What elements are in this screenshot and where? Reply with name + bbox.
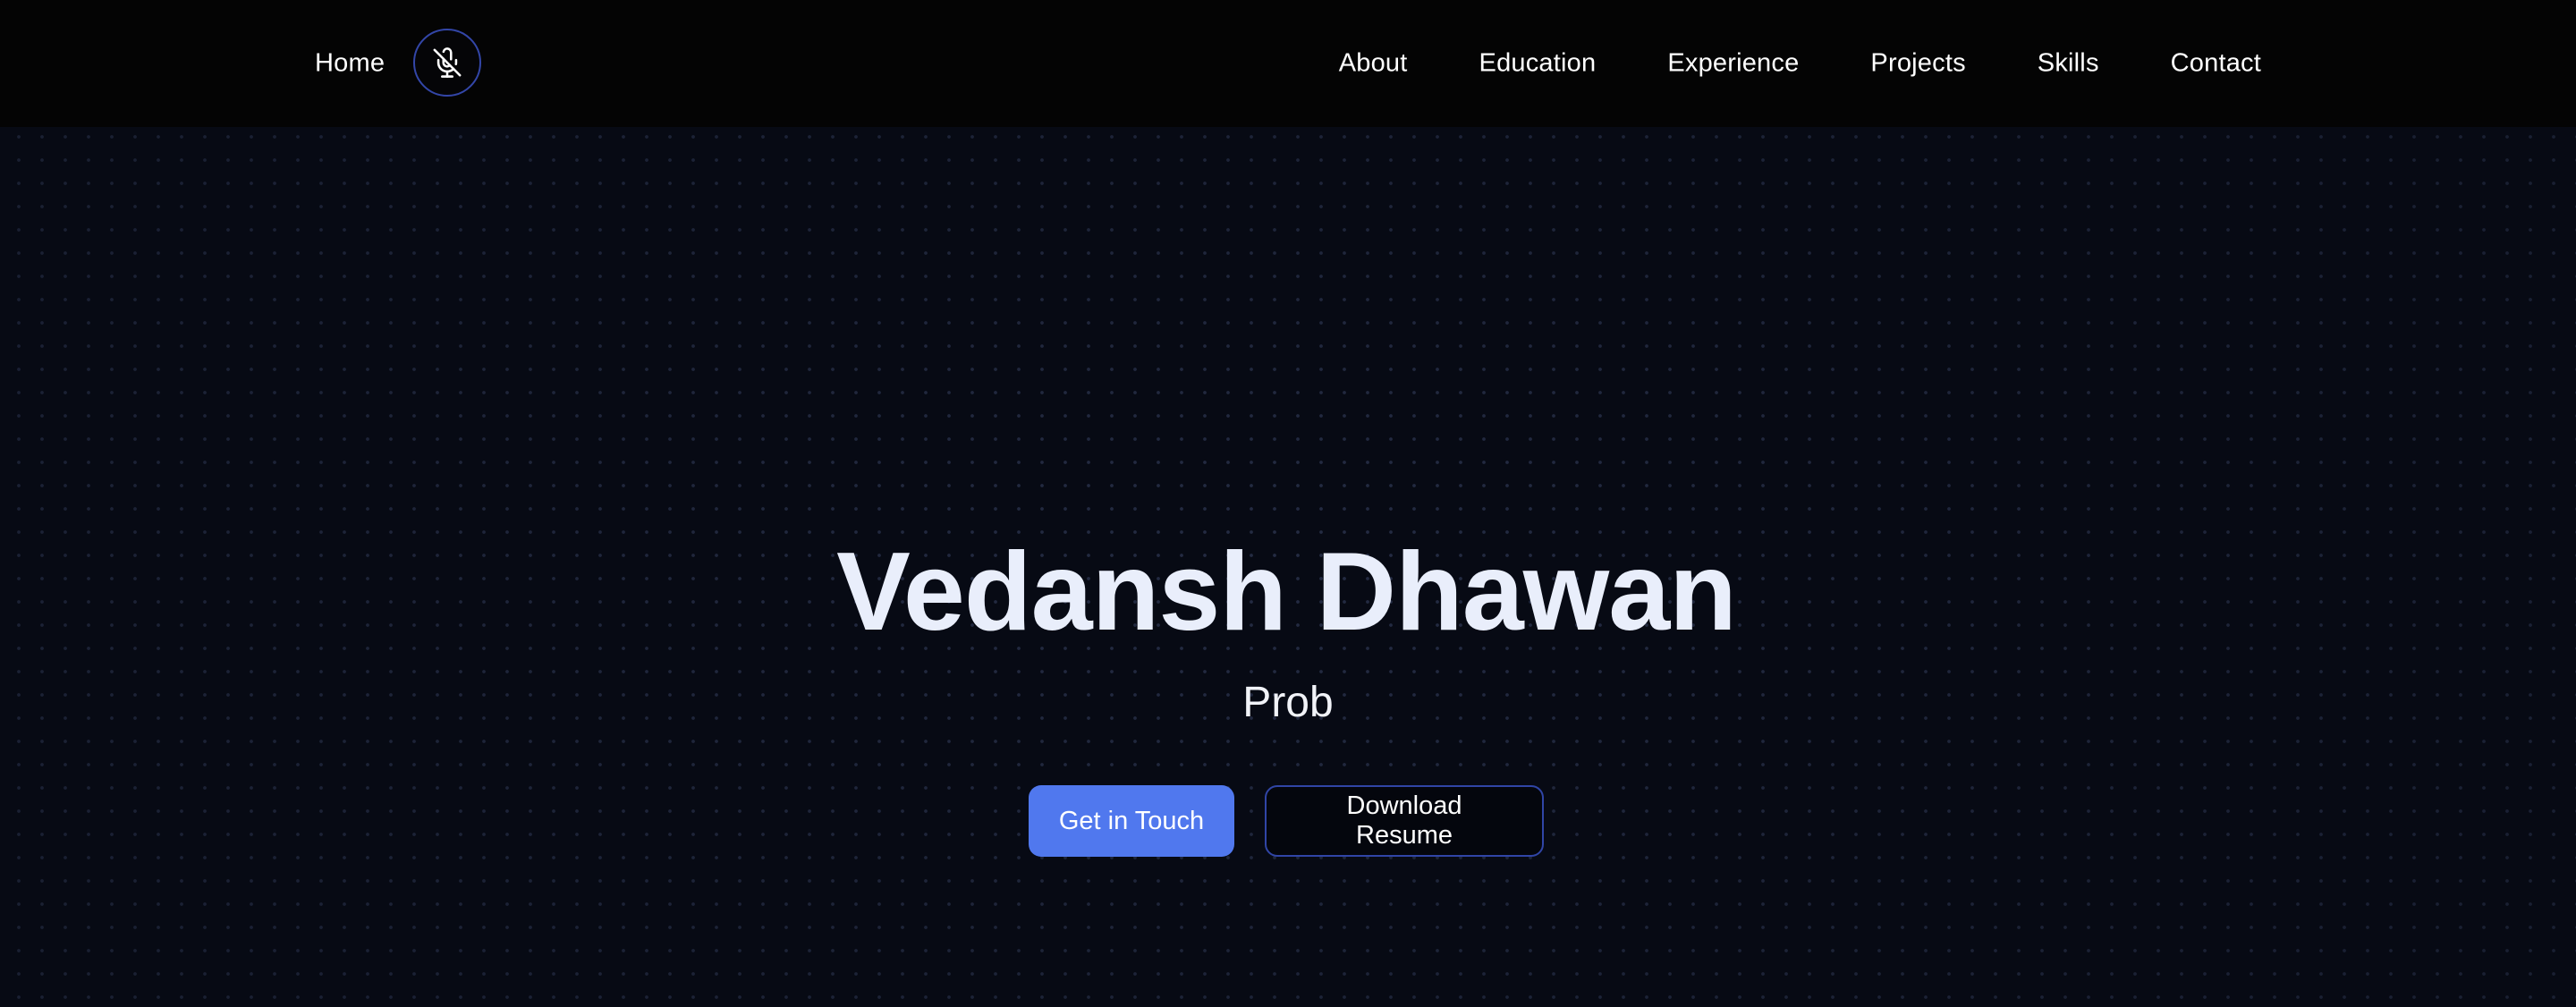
navbar: Home About Education Experience Projects… — [0, 0, 2576, 127]
mic-toggle-button[interactable] — [413, 29, 481, 97]
mic-off-icon — [433, 47, 462, 78]
hero-section: Vedansh Dhawan Prob Get in Touch Downloa… — [0, 537, 2576, 857]
hero-buttons: Get in Touch Download Resume — [0, 785, 2574, 857]
nav-home-link[interactable]: Home — [315, 49, 385, 79]
hero-subtitle: Prob — [1242, 679, 1334, 726]
page: Home About Education Experience Projects… — [0, 0, 2576, 1007]
nav-link-experience[interactable]: Experience — [1667, 49, 1799, 79]
nav-link-education[interactable]: Education — [1479, 49, 1597, 79]
nav-link-about[interactable]: About — [1339, 49, 1408, 79]
nav-link-skills[interactable]: Skills — [2038, 49, 2099, 79]
nav-links: About Education Experience Projects Skil… — [1339, 49, 2261, 79]
get-in-touch-button[interactable]: Get in Touch — [1029, 785, 1234, 857]
nav-link-projects[interactable]: Projects — [1870, 49, 1965, 79]
download-resume-button[interactable]: Download Resume — [1265, 785, 1544, 857]
hero-name: Vedansh Dhawan — [836, 530, 1737, 654]
nav-link-contact[interactable]: Contact — [2171, 49, 2261, 79]
